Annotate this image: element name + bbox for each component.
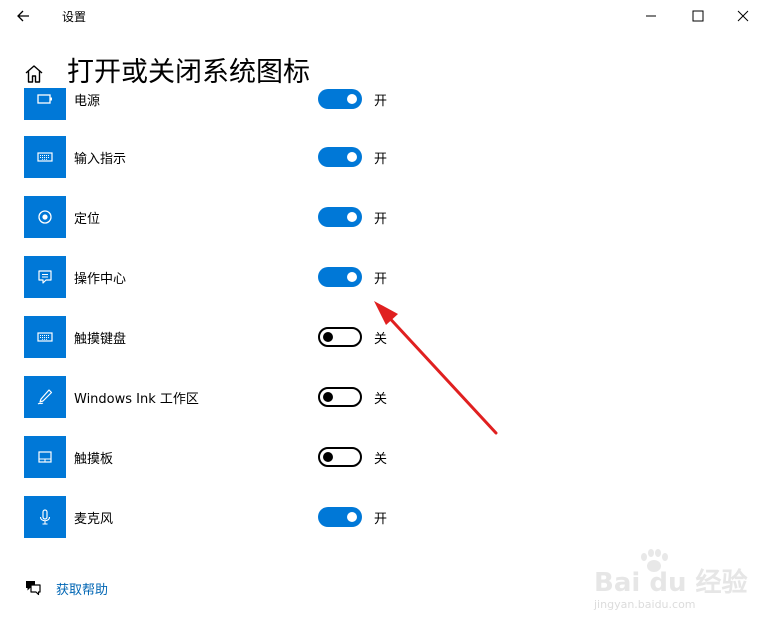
title-bar: 设置 (0, 0, 766, 32)
toggle-knob (347, 212, 357, 222)
setting-label: 电源 (74, 94, 101, 109)
toggle-knob (323, 332, 333, 342)
chat-help-icon (26, 581, 41, 596)
toggle-touchpad[interactable] (318, 447, 362, 467)
close-button[interactable] (728, 4, 758, 28)
toggle-state-label: 开 (374, 512, 388, 527)
toggle-windows-ink[interactable] (318, 387, 362, 407)
get-help-link[interactable]: 获取帮助 (56, 579, 108, 598)
setting-row-touchpad: 触摸板 关 (0, 436, 766, 478)
toggle-knob (347, 512, 357, 522)
toggle-knob (323, 452, 333, 462)
toggle-knob (323, 392, 333, 402)
toggle-power[interactable] (318, 89, 362, 109)
maximize-icon (692, 10, 704, 22)
maximize-button[interactable] (683, 4, 713, 28)
setting-row-input-indicator: 输入指示 开 (0, 136, 766, 178)
setting-icon-tile (24, 436, 66, 478)
setting-label: 触摸键盘 (74, 332, 127, 347)
keyboard-icon (37, 152, 53, 162)
setting-icon-tile (24, 256, 66, 298)
setting-label: 麦克风 (74, 512, 114, 527)
toggle-knob (347, 94, 357, 104)
home-icon (25, 65, 43, 83)
home-button[interactable] (22, 62, 46, 86)
watermark-sub-text: jingyan.baidu.com (594, 598, 696, 611)
toggle-touch-keyboard[interactable] (318, 327, 362, 347)
toggle-location[interactable] (318, 207, 362, 227)
setting-icon-tile (24, 376, 66, 418)
toggle-state-label: 开 (374, 94, 388, 109)
baidu-watermark: Bai du 经验 jingyan.baidu.com (586, 548, 748, 618)
touch-keyboard-icon (37, 332, 53, 342)
setting-label: 输入指示 (74, 152, 127, 167)
setting-label: Windows Ink 工作区 (74, 392, 199, 407)
toggle-state-label: 开 (374, 152, 388, 167)
page-title: 打开或关闭系统图标 (67, 57, 310, 88)
annotation-arrow-icon (374, 301, 498, 435)
microphone-icon (39, 509, 51, 525)
close-icon (737, 10, 749, 22)
setting-icon-tile (24, 316, 66, 358)
toggle-state-label: 关 (374, 452, 388, 467)
setting-label: 定位 (74, 212, 101, 227)
setting-icon-tile (24, 136, 66, 178)
setting-icon-tile (24, 88, 66, 120)
toggle-state-label: 开 (374, 212, 388, 227)
toggle-action-center[interactable] (318, 267, 362, 287)
setting-icon-tile (24, 496, 66, 538)
toggle-knob (347, 272, 357, 282)
setting-icon-tile (24, 196, 66, 238)
back-button[interactable] (10, 4, 38, 28)
toggle-microphone[interactable] (318, 507, 362, 527)
toggle-state-label: 开 (374, 272, 388, 287)
arrow-left-icon (17, 10, 29, 22)
setting-label: 操作中心 (74, 272, 127, 287)
pen-icon (37, 389, 53, 405)
toggle-knob (347, 152, 357, 162)
battery-icon (37, 94, 52, 104)
setting-row-microphone: 麦克风 开 (0, 496, 766, 538)
toggle-input-indicator[interactable] (318, 147, 362, 167)
watermark-main-text: Bai du 经验 (594, 568, 748, 598)
action-center-icon (38, 270, 52, 284)
setting-row-location: 定位 开 (0, 196, 766, 238)
setting-label: 触摸板 (74, 452, 114, 467)
touchpad-icon (38, 451, 52, 463)
minimize-button[interactable] (636, 4, 666, 28)
location-icon (38, 210, 52, 224)
setting-row-power: 电源 开 (0, 88, 766, 120)
minimize-icon (646, 15, 656, 17)
app-title: 设置 (62, 10, 87, 24)
